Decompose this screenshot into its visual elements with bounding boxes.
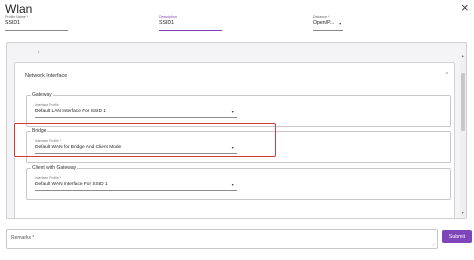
collapse-icon[interactable]: ^ xyxy=(446,72,448,78)
profile-name-value: SSID1 xyxy=(5,20,20,26)
page-title: Wlan xyxy=(5,2,33,16)
profile-name-field[interactable]: Profile Name * SSID1 xyxy=(5,15,68,31)
distance-select[interactable]: Distance * Open/P... ▼ xyxy=(313,15,343,31)
settings-panel: • Network Interface ^ Gateway Interface … xyxy=(6,42,467,219)
client-gateway-title: Client with Gateway xyxy=(31,165,78,171)
description-label: Description xyxy=(159,15,177,19)
description-underline xyxy=(159,29,222,31)
remarks-field[interactable]: Remarks * ⟋ xyxy=(6,229,438,249)
bridge-interface-label: Interface Profile * xyxy=(35,139,62,143)
bridge-group: Bridge Interface Profile * Default WAN f… xyxy=(26,128,451,163)
client-gateway-interface-underline xyxy=(35,190,237,191)
distance-underline xyxy=(313,30,343,31)
submit-button[interactable]: Submit xyxy=(442,230,472,243)
close-icon[interactable]: × xyxy=(461,1,469,14)
chevron-down-icon[interactable]: ▼ xyxy=(231,110,234,114)
resize-handle-icon[interactable]: ⟋ xyxy=(432,242,435,247)
chevron-down-icon[interactable]: ▼ xyxy=(231,183,234,187)
gateway-interface-underline xyxy=(35,117,237,118)
panel-top-marker: • xyxy=(38,49,40,54)
client-gateway-interface-select[interactable]: Default WAN Interface For SSID 1 xyxy=(35,182,108,187)
scroll-down-icon[interactable]: ▼ xyxy=(461,211,464,215)
scrollbar-thumb[interactable] xyxy=(461,73,465,131)
description-field[interactable]: Description SSID1 xyxy=(159,15,222,31)
client-gateway-interface-label: Interface Profile * xyxy=(35,176,62,180)
description-value: SSID1 xyxy=(159,20,174,26)
gateway-title: Gateway xyxy=(31,92,53,98)
remarks-label: Remarks * xyxy=(11,235,35,241)
bridge-interface-select[interactable]: Default WAN for Bridge And Client Mode xyxy=(35,145,121,150)
client-gateway-group: Client with Gateway Interface Profile * … xyxy=(26,165,451,200)
gateway-group: Gateway Interface Profile Default LAN In… xyxy=(26,92,451,127)
profile-name-underline xyxy=(5,30,68,31)
profile-name-label: Profile Name * xyxy=(5,15,29,19)
bridge-title: Bridge xyxy=(31,128,48,134)
gateway-interface-label: Interface Profile xyxy=(35,103,59,107)
scroll-up-icon[interactable]: ▲ xyxy=(461,54,464,58)
chevron-down-icon[interactable]: ▼ xyxy=(231,146,234,150)
bridge-interface-underline xyxy=(35,153,237,154)
gateway-interface-select[interactable]: Default LAN Interface For SSID 1 xyxy=(35,109,106,114)
network-interface-section: Network Interface ^ Gateway Interface Pr… xyxy=(14,62,455,218)
network-interface-title: Network Interface xyxy=(25,73,68,79)
chevron-down-icon: ▼ xyxy=(338,22,342,26)
distance-label: Distance * xyxy=(313,15,330,19)
